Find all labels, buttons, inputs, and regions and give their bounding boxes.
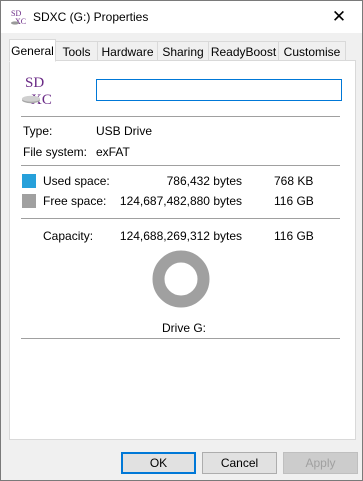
disk-usage-donut xyxy=(152,250,210,308)
tab-label: General xyxy=(11,43,54,58)
separator xyxy=(21,165,340,166)
drive-icon-text-top: SD xyxy=(25,75,44,91)
used-space-bytes: 786,432 bytes xyxy=(166,174,242,188)
tab-label: ReadyBoost xyxy=(210,44,277,59)
used-space-size: 768 KB xyxy=(274,174,314,188)
separator xyxy=(21,116,340,117)
free-space-bytes: 124,687,482,880 bytes xyxy=(119,194,242,208)
apply-button[interactable]: Apply xyxy=(283,452,358,474)
sdxc-drive-icon: SD XC xyxy=(22,75,52,107)
tab-label: Hardware xyxy=(101,44,154,59)
separator xyxy=(21,218,340,219)
drive-name-input[interactable] xyxy=(96,79,342,101)
title-icon-text-bottom: XC xyxy=(15,17,26,26)
type-label: Type: xyxy=(23,124,53,138)
capacity-label: Capacity: xyxy=(43,229,94,243)
type-value: USB Drive xyxy=(96,124,153,138)
free-space-swatch xyxy=(22,194,36,208)
tab-hardware[interactable]: Hardware xyxy=(97,41,158,61)
tab-label: Customise xyxy=(283,44,341,59)
cancel-button[interactable]: Cancel xyxy=(202,452,277,474)
tab-readyboost[interactable]: ReadyBoost xyxy=(208,41,279,61)
window-title: SDXC (G:) Properties xyxy=(33,10,149,24)
tab-label: Sharing xyxy=(162,44,204,59)
tab-sharing[interactable]: Sharing xyxy=(157,41,209,61)
free-space-size: 116 GB xyxy=(274,194,314,208)
properties-window: SD XC SDXC (G:) Properties ✕ General Too… xyxy=(0,0,363,481)
close-button[interactable]: ✕ xyxy=(316,1,362,32)
tab-tools[interactable]: Tools xyxy=(55,41,98,61)
capacity-bytes: 124,688,269,312 bytes xyxy=(119,229,242,243)
sdxc-card-icon: SD XC xyxy=(11,9,26,26)
donut-free-ring xyxy=(152,250,210,308)
capacity-size: 116 GB xyxy=(274,229,314,243)
title-bar[interactable]: SD XC SDXC (G:) Properties ✕ xyxy=(1,1,362,33)
used-space-swatch xyxy=(22,174,36,188)
close-icon: ✕ xyxy=(331,6,347,27)
tab-customise[interactable]: Customise xyxy=(278,41,346,61)
used-space-label: Used space: xyxy=(43,174,110,188)
separator xyxy=(21,338,340,339)
tab-general[interactable]: General xyxy=(9,39,56,62)
file-system-label: File system: xyxy=(23,145,88,159)
drive-letter-label: Drive G: xyxy=(162,321,207,335)
ok-button[interactable]: OK xyxy=(121,452,196,474)
tab-label: Tools xyxy=(62,44,91,59)
free-space-label: Free space: xyxy=(43,194,107,208)
file-system-value: exFAT xyxy=(96,145,130,159)
